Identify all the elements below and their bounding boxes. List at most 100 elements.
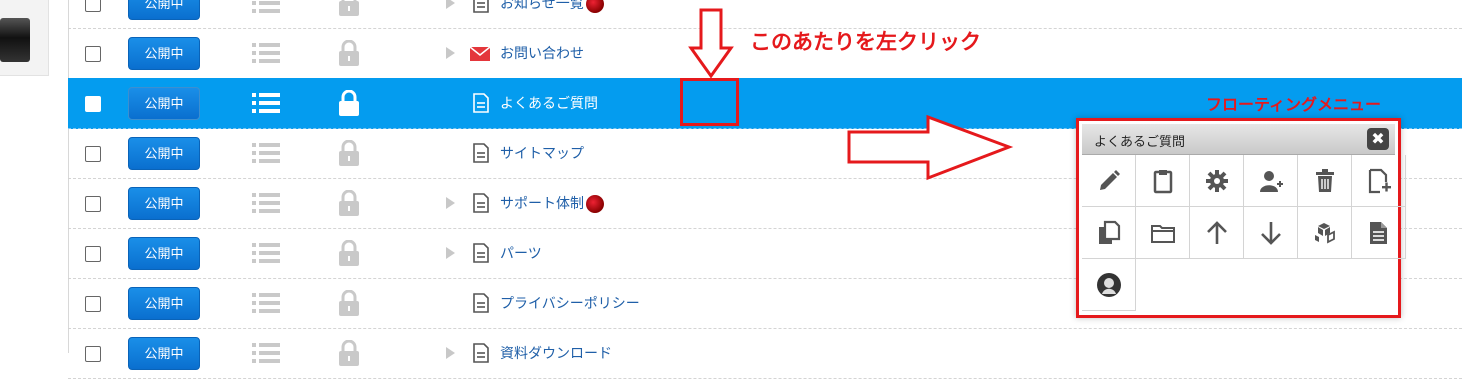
menu-gear-button[interactable] (1190, 155, 1244, 207)
list-icon[interactable] (252, 292, 280, 314)
menu-trash-button[interactable] (1298, 155, 1352, 207)
sidebar-thumbnail[interactable] (0, 18, 30, 62)
close-icon[interactable]: ✖ (1367, 128, 1389, 150)
page-title-text: プライバシーポリシー (500, 296, 640, 312)
page-icon (472, 293, 490, 313)
row-checkbox[interactable] (85, 246, 101, 262)
menu-cubes-button[interactable] (1298, 207, 1352, 259)
lock-icon[interactable] (338, 239, 360, 266)
cubes-icon (1314, 222, 1335, 243)
publish-status-button[interactable]: 公開中 (128, 287, 200, 320)
expand-icon[interactable] (446, 347, 455, 359)
row-checkbox[interactable] (85, 346, 101, 362)
page-icon (472, 193, 490, 213)
lock-icon[interactable] (338, 89, 360, 116)
list-icon[interactable] (252, 42, 280, 64)
click-here-annotation: このあたりを左クリック (750, 30, 981, 54)
gear-icon (1205, 169, 1228, 192)
status-badge (585, 0, 604, 13)
page-title-link[interactable]: パーツ (500, 243, 542, 263)
menu-document-button[interactable] (1352, 207, 1406, 259)
lock-icon[interactable] (338, 189, 360, 216)
page-icon (472, 343, 490, 363)
expand-icon[interactable] (446, 197, 455, 209)
document-icon (1369, 221, 1387, 244)
page-icon (472, 243, 490, 263)
list-icon[interactable] (252, 92, 280, 114)
row-checkbox[interactable] (85, 296, 101, 312)
expand-icon[interactable] (446, 247, 455, 259)
publish-status-button[interactable]: 公開中 (128, 237, 200, 270)
lock-icon[interactable] (338, 339, 360, 366)
click-target-highlight (680, 78, 739, 126)
page-title-link[interactable]: よくあるご質問 (500, 93, 598, 113)
list-icon[interactable] (252, 142, 280, 164)
publish-status-button[interactable]: 公開中 (128, 337, 200, 370)
page-title-link[interactable]: お問い合わせ (500, 43, 584, 63)
floating-menu-header[interactable]: よくあるご質問 ✖ (1082, 124, 1395, 155)
menu-clipboard-button[interactable] (1136, 155, 1190, 207)
right-arrow-annotation (847, 114, 1014, 181)
trash-icon (1315, 168, 1334, 192)
page-title-link[interactable]: サイトマップ (500, 143, 584, 163)
row-checkbox[interactable] (85, 196, 101, 212)
expand-icon[interactable] (446, 47, 455, 59)
menu-avatar-button[interactable] (1082, 259, 1136, 311)
publish-status-button[interactable]: 公開中 (128, 37, 200, 70)
page-title-text: サイトマップ (500, 146, 584, 162)
floating-menu-title: よくあるご質問 (1094, 135, 1186, 150)
new-page-icon (1368, 168, 1391, 193)
row-checkbox[interactable] (85, 0, 101, 12)
table-row[interactable]: 公開中 資料ダウンロード (68, 328, 1462, 379)
page-icon (472, 0, 490, 13)
page-title-text: パーツ (500, 246, 542, 262)
menu-folder-button[interactable] (1136, 207, 1190, 259)
lock-icon[interactable] (338, 139, 360, 166)
lock-icon[interactable] (338, 0, 360, 16)
lock-icon[interactable] (338, 39, 360, 66)
page-title-link[interactable]: サポート体制 (500, 193, 604, 213)
mail-icon (469, 46, 491, 66)
page-title-link[interactable]: お知らせ一覧 (500, 0, 604, 13)
list-icon[interactable] (252, 192, 280, 214)
menu-arrow-up-button[interactable] (1190, 207, 1244, 259)
down-arrow-annotation (688, 8, 734, 78)
left-sidebar (0, 0, 69, 353)
lock-icon[interactable] (338, 289, 360, 316)
publish-status-button[interactable]: 公開中 (128, 187, 200, 220)
arrow-up-icon (1206, 220, 1227, 244)
floating-menu: よくあるご質問 ✖ (1076, 118, 1406, 318)
page-icon (472, 93, 490, 113)
row-checkbox[interactable] (85, 46, 101, 62)
page-title-text: よくあるご質問 (500, 96, 598, 112)
floating-menu-annotation: フローティングメニュー (1206, 95, 1382, 114)
avatar-icon (1096, 272, 1121, 297)
folder-icon (1150, 224, 1175, 243)
list-icon[interactable] (252, 342, 280, 364)
menu-edit-button[interactable] (1082, 155, 1136, 207)
edit-icon (1099, 169, 1120, 190)
status-badge (586, 195, 604, 213)
menu-arrow-down-button[interactable] (1244, 207, 1298, 259)
menu-new-page-button[interactable] (1352, 155, 1406, 207)
row-checkbox[interactable] (85, 146, 101, 162)
menu-add-user-button[interactable] (1244, 155, 1298, 207)
row-checkbox[interactable] (85, 96, 101, 112)
page-title-text: お知らせ一覧 (500, 0, 584, 12)
list-icon[interactable] (252, 0, 280, 14)
publish-status-button[interactable]: 公開中 (128, 87, 200, 120)
page-title-text: お問い合わせ (500, 46, 584, 62)
page-title-text: 資料ダウンロード (500, 346, 612, 362)
page-title-text: サポート体制 (500, 196, 584, 212)
clipboard-icon (1153, 169, 1172, 193)
list-icon[interactable] (252, 242, 280, 264)
copy-icon (1098, 220, 1120, 244)
page-title-link[interactable]: プライバシーポリシー (500, 293, 640, 313)
menu-copy-button[interactable] (1082, 207, 1136, 259)
publish-status-button[interactable]: 公開中 (128, 137, 200, 170)
page-icon (472, 143, 490, 163)
table-row[interactable]: 公開中 お知らせ一覧 (68, 0, 1462, 29)
page-title-link[interactable]: 資料ダウンロード (500, 343, 612, 363)
publish-status-button[interactable]: 公開中 (128, 0, 200, 20)
expand-icon[interactable] (446, 0, 455, 9)
